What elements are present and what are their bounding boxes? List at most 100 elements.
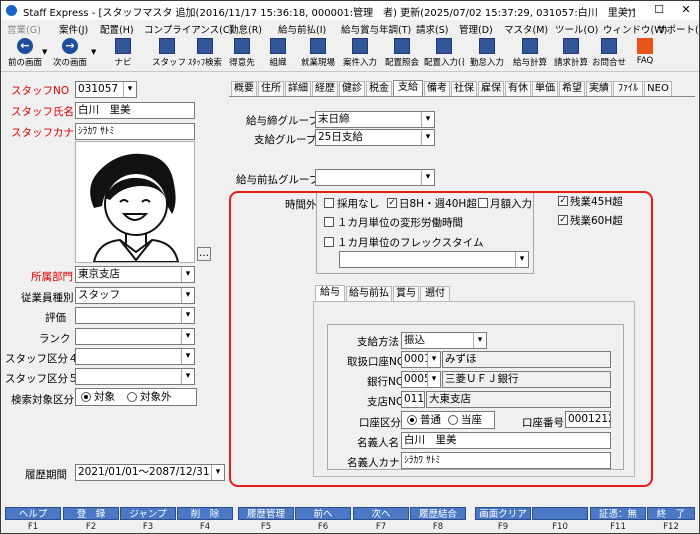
staff-category5-select[interactable]: [75, 368, 195, 385]
tab-checkup[interactable]: 健診: [339, 81, 365, 96]
search-target-label: 検索対象区分: [11, 394, 74, 406]
photo-browse-button[interactable]: ...: [197, 247, 211, 261]
tab-details[interactable]: 詳細: [285, 81, 311, 96]
rating-select[interactable]: [75, 307, 195, 324]
f12-key-label: F12: [663, 522, 679, 532]
f4-delete-button[interactable]: 削 除: [177, 507, 233, 520]
f8-key-label: F8: [432, 522, 444, 532]
department-select[interactable]: 東京支店: [75, 266, 195, 283]
f12-exit-button[interactable]: 終 了: [647, 507, 695, 520]
staff-name-input[interactable]: 白川 里美: [75, 102, 195, 119]
tab-results[interactable]: 実績: [586, 81, 612, 96]
tab-files[interactable]: ﾌｧｲﾙ: [613, 81, 643, 96]
pay-group-select[interactable]: 末日締: [315, 111, 435, 128]
tab-notes[interactable]: 備考: [424, 81, 450, 96]
tab-unit-price[interactable]: 単価: [532, 81, 558, 96]
placement-entry-icon: [436, 38, 452, 54]
staff-kana-label: スタッフカナ: [11, 127, 74, 139]
tab-overview[interactable]: 概要: [231, 81, 257, 96]
f5-history-button[interactable]: 履歴管理: [238, 507, 294, 520]
tab-employment-insurance[interactable]: 雇保: [478, 81, 504, 96]
advance-group-select[interactable]: [315, 169, 435, 186]
prev-screen-dropdown-icon[interactable]: ▼: [42, 48, 47, 56]
staff-search-button[interactable]: ｽﾀｯﾌ検索: [186, 38, 224, 68]
staff-category5-label: スタッフ区分５: [5, 373, 79, 385]
employee-type-select[interactable]: スタッフ: [75, 287, 195, 304]
menu-placement[interactable]: 配置(H): [100, 22, 134, 36]
f1-help-button[interactable]: ヘルプ: [5, 507, 61, 520]
payroll-calc-icon: [522, 38, 538, 54]
menu-billing[interactable]: 請求(S): [416, 22, 448, 36]
menu-advance-pay[interactable]: 給与前払(I): [278, 22, 326, 36]
f7-next-button[interactable]: 次へ: [353, 507, 409, 520]
workplace-icon: [310, 38, 326, 54]
staff-category4-label: スタッフ区分４: [5, 353, 79, 365]
staff-kana-input[interactable]: ｼﾗｶﾜ ｻﾄﾐ: [75, 123, 195, 140]
organization-button[interactable]: 組織: [267, 38, 289, 68]
maximize-button[interactable]: ☐: [644, 1, 674, 19]
f9-clear-button[interactable]: 画面クリア: [475, 507, 531, 520]
menu-compliance[interactable]: コンプライアンス(C): [144, 22, 233, 36]
highlight-box: [229, 191, 653, 487]
placement-inquiry-button[interactable]: 配置照会: [382, 38, 422, 68]
client-icon: [234, 38, 250, 54]
prev-screen-button[interactable]: ← 前の画面: [5, 38, 45, 68]
search-excluded-text: 対象外: [140, 391, 172, 403]
placement-entry-button[interactable]: 配置入力(日: [424, 38, 464, 68]
f3-jump-button[interactable]: ジャンプ: [120, 507, 176, 520]
window-title: Staff Express - [スタッフマスタ 追加(2016/11/17 1…: [23, 8, 636, 19]
attendance-entry-button[interactable]: 勤怠入力: [467, 38, 507, 68]
billing-calc-button[interactable]: 請求計算: [551, 38, 591, 68]
inquiry-icon: [601, 38, 617, 54]
pay-date-group-select[interactable]: 25日支給: [315, 129, 435, 146]
search-target-group: 対象 対象外: [75, 388, 197, 406]
history-period-select[interactable]: 2021/01/01～2087/12/31: [75, 464, 225, 481]
f2-key-label: F2: [85, 522, 97, 532]
arrow-right-icon: →: [62, 38, 78, 54]
search-target-radio[interactable]: [81, 392, 91, 402]
menu-sales[interactable]: 営業(G): [7, 22, 41, 36]
f2-register-button[interactable]: 登 録: [63, 507, 119, 520]
next-screen-button[interactable]: → 次の画面: [50, 38, 90, 68]
staff-category4-select[interactable]: [75, 348, 195, 365]
f10-button[interactable]: [532, 507, 588, 520]
staff-button[interactable]: スタッフ: [152, 38, 186, 68]
close-button[interactable]: ✕: [671, 1, 699, 19]
next-screen-dropdown-icon[interactable]: ▼: [91, 48, 96, 56]
staff-no-select[interactable]: 031057: [75, 81, 137, 98]
menu-master[interactable]: マスタ(M): [504, 22, 548, 36]
case-entry-icon: [352, 38, 368, 54]
title-bar: Staff Express - [スタッフマスタ 追加(2016/11/17 1…: [1, 1, 699, 20]
staff-icon: [159, 38, 175, 54]
employee-type-label: 従業員種別: [21, 292, 74, 304]
faq-button[interactable]: FAQ: [634, 38, 656, 66]
staff-no-label: スタッフNO: [11, 85, 70, 97]
f6-prev-button[interactable]: 前へ: [295, 507, 351, 520]
rank-select[interactable]: [75, 328, 195, 345]
search-excluded-radio[interactable]: [127, 392, 137, 402]
menu-admin[interactable]: 管理(D): [459, 22, 493, 36]
tab-preferences[interactable]: 希望: [559, 81, 585, 96]
case-entry-button[interactable]: 案件入力: [340, 38, 380, 68]
menu-cases[interactable]: 案件(J): [59, 22, 88, 36]
tab-payment[interactable]: 支給: [393, 80, 423, 96]
menu-support[interactable]: サポート(H): [657, 22, 699, 36]
minimize-button[interactable]: —: [615, 1, 645, 19]
workplace-button[interactable]: 就業現場: [299, 38, 337, 68]
tab-tax[interactable]: 税金: [366, 81, 392, 96]
tab-address[interactable]: 住所: [258, 81, 284, 96]
navi-button[interactable]: ナビ: [111, 38, 135, 68]
tab-paid-leave[interactable]: 有休: [505, 81, 531, 96]
tab-career[interactable]: 経歴: [312, 81, 338, 96]
menu-attendance[interactable]: 勤怠(R): [229, 22, 262, 36]
payroll-calc-button[interactable]: 給与計算: [510, 38, 550, 68]
tab-neo[interactable]: NEO: [644, 81, 672, 96]
client-button[interactable]: 得意先: [229, 38, 255, 68]
app-window: Staff Express - [スタッフマスタ 追加(2016/11/17 1…: [0, 0, 700, 534]
f8-merge-history-button[interactable]: 履歴結合: [410, 507, 466, 520]
menu-payroll[interactable]: 給与賞与年調(T): [341, 22, 411, 36]
inquiry-button[interactable]: お問合せ: [591, 38, 627, 68]
menu-tools[interactable]: ツール(O): [555, 22, 598, 36]
f11-voucher-button[interactable]: 証憑：無: [590, 507, 646, 520]
tab-social-insurance[interactable]: 社保: [451, 81, 477, 96]
